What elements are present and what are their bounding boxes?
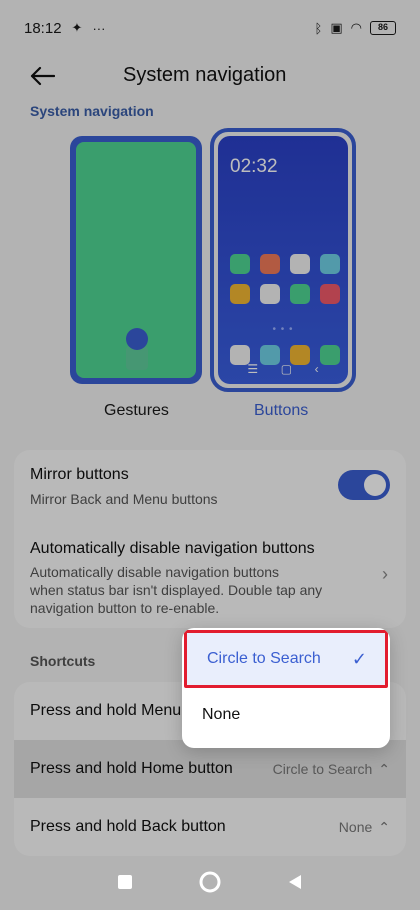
recents-button[interactable] — [116, 873, 134, 891]
option-circle-to-search[interactable]: Circle to Search ✓ — [184, 630, 388, 688]
home-button[interactable] — [198, 870, 222, 894]
back-nav-button[interactable] — [286, 873, 304, 891]
shortcut-options-popup: Circle to Search ✓ None — [182, 628, 390, 748]
option-none[interactable]: None — [182, 686, 390, 744]
checkmark-icon: ✓ — [351, 648, 367, 669]
modal-scrim[interactable] — [0, 0, 420, 910]
option-label: None — [202, 706, 241, 723]
option-label: Circle to Search — [207, 650, 321, 667]
system-nav-bar — [0, 854, 420, 910]
